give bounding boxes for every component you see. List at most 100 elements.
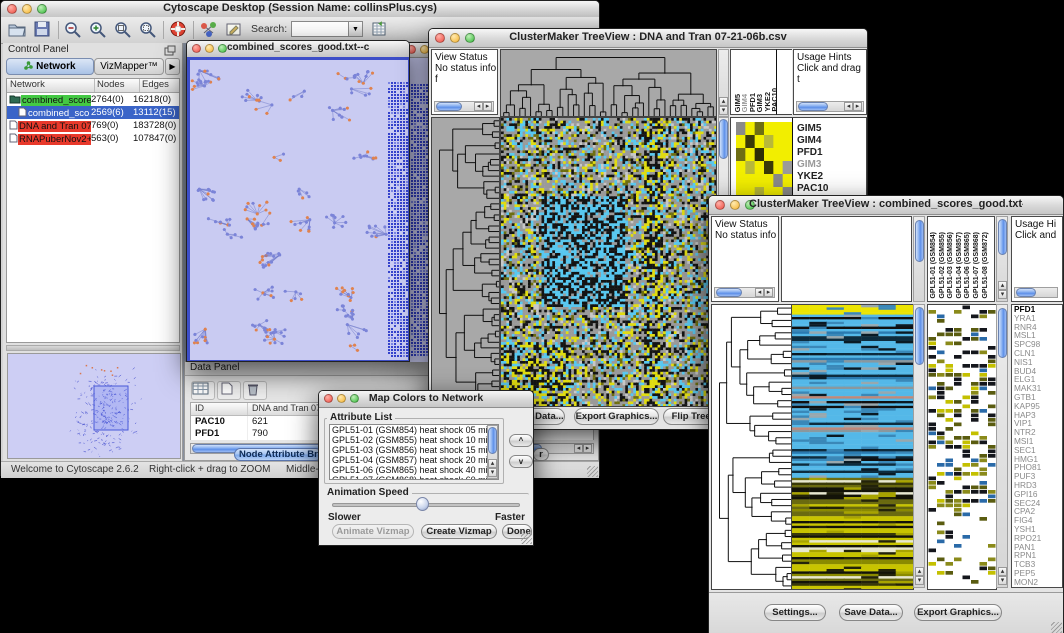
attribute-list-item[interactable]: GPL51-07 (GSM868) heat shock 60 min bbox=[330, 475, 498, 480]
network-row[interactable]: combined_scores2764(0)16218(0) bbox=[7, 93, 179, 106]
close-icon[interactable] bbox=[192, 44, 201, 53]
tv2-export-graphics-button[interactable]: Export Graphics... bbox=[914, 604, 1002, 621]
tv1-status-scrollbar[interactable]: ◂▸ bbox=[434, 101, 494, 112]
tv2-save-data-button[interactable]: Save Data... bbox=[839, 604, 903, 621]
annotation-button[interactable] bbox=[224, 20, 246, 40]
attribute-list-item[interactable]: GPL51-01 (GSM854) heat shock 05 min bbox=[330, 425, 498, 435]
tv1-col-scrollbar[interactable]: ▴▾ bbox=[718, 49, 729, 117]
tv2-status-scrollbar[interactable]: ◂▸ bbox=[714, 287, 775, 298]
tv2-heatmap[interactable] bbox=[791, 304, 914, 590]
network-row[interactable]: combined_sco2569(6)13112(15) bbox=[7, 106, 179, 119]
node-attribute-browser-tab[interactable]: Node Attribute Browser bbox=[234, 448, 322, 461]
tv1-row-label[interactable]: PAC10 bbox=[797, 183, 829, 195]
open-session-button[interactable] bbox=[7, 20, 29, 40]
col-header-id[interactable]: ID bbox=[191, 403, 248, 415]
tab-vizmapper[interactable]: VizMapper™ bbox=[94, 58, 164, 75]
zoom-in-button[interactable] bbox=[88, 20, 110, 40]
move-up-button[interactable]: ^ bbox=[509, 434, 533, 447]
minimize-icon[interactable] bbox=[22, 4, 32, 14]
tv2-row-dendrogram[interactable] bbox=[711, 304, 793, 590]
vizmapper-button[interactable] bbox=[199, 20, 221, 40]
tv2-column-label[interactable]: GPL51-07 (GSM868) bbox=[973, 232, 980, 299]
tv1-row-label[interactable]: YKE2 bbox=[797, 171, 829, 183]
resize-grip[interactable] bbox=[1051, 622, 1062, 633]
tv2-gene-label[interactable]: MON2 bbox=[1012, 578, 1062, 587]
new-attribute-button[interactable] bbox=[217, 381, 241, 400]
minimize-icon[interactable] bbox=[730, 200, 740, 210]
tv2-vscrollbar[interactable]: ▴▾ bbox=[913, 304, 925, 588]
tab-overflow-button[interactable]: ▶ bbox=[165, 58, 180, 75]
tv2-column-label[interactable]: GPL51-06 (GSM865) bbox=[964, 232, 971, 299]
minimize-icon[interactable] bbox=[450, 33, 460, 43]
birdseye-overview-canvas[interactable] bbox=[7, 353, 181, 459]
help-button[interactable] bbox=[168, 20, 190, 40]
tv2-col-scrollbar[interactable] bbox=[913, 216, 925, 302]
tv1-column-dendrogram[interactable] bbox=[500, 49, 717, 117]
tab-network[interactable]: Network bbox=[6, 58, 94, 75]
zoom-out-button[interactable] bbox=[63, 20, 85, 40]
float-panel-icon[interactable] bbox=[164, 45, 176, 56]
resize-grip[interactable] bbox=[587, 466, 598, 477]
tv2-gene-scrollbar[interactable]: ▴▾ bbox=[996, 304, 1008, 588]
tv1-column-label[interactable]: PAC10 bbox=[770, 88, 777, 112]
search-dropdown-button[interactable]: ▼ bbox=[348, 21, 363, 37]
tv1-hints-scrollbar[interactable]: ◂▸ bbox=[796, 101, 864, 112]
edge-attribute-browser-tab-fragment[interactable]: r bbox=[533, 448, 549, 461]
network-row[interactable]: DNA and Tran 07769(0)183728(0) bbox=[7, 119, 179, 132]
create-vizmap-button[interactable]: Create Vizmap bbox=[421, 524, 497, 539]
col-header-nodes[interactable]: Nodes bbox=[95, 79, 140, 92]
network-window-titlebar[interactable]: combined_scores_good.txt--cluste... bbox=[187, 41, 409, 58]
attribute-list-scrollbar[interactable]: ▴▾ bbox=[487, 425, 498, 479]
tv1-zoom-heatmap[interactable] bbox=[736, 122, 792, 200]
dialog-titlebar[interactable]: Map Colors to Network bbox=[319, 391, 533, 408]
tv2-column-label[interactable]: GPL51-03 (GSM856) bbox=[947, 232, 954, 299]
tv2-settings-button[interactable]: Settings... bbox=[764, 604, 826, 621]
panel-splitter[interactable] bbox=[6, 345, 180, 351]
tv2-zoom-heatmap[interactable] bbox=[927, 304, 997, 590]
zoom-selected-button[interactable] bbox=[138, 20, 160, 40]
tv1-row-label[interactable]: GIM4 bbox=[797, 135, 829, 147]
attribute-list-item[interactable]: GPL51-06 (GSM865) heat shock 40 min bbox=[330, 465, 498, 475]
attribute-select-button[interactable] bbox=[191, 381, 215, 400]
tv2-label-scrollbar[interactable]: ▴▾ bbox=[996, 216, 1008, 302]
tv1-row-label[interactable]: GIM3 bbox=[797, 159, 829, 171]
zoom-window-icon[interactable] bbox=[218, 44, 227, 53]
attribute-list-item[interactable]: GPL51-02 (GSM855) heat shock 10 min bbox=[330, 435, 498, 445]
col-header-network[interactable]: Network bbox=[7, 79, 95, 92]
tv2-hints-scrollbar[interactable] bbox=[1014, 287, 1058, 298]
close-icon[interactable] bbox=[435, 33, 445, 43]
tv2-column-dendrogram-area[interactable] bbox=[781, 216, 912, 302]
search-input[interactable] bbox=[291, 21, 349, 37]
animate-vizmap-button[interactable]: Animate Vizmap bbox=[332, 524, 414, 539]
col-header-edges[interactable]: Edges bbox=[140, 79, 179, 92]
main-titlebar[interactable]: Cytoscape Desktop (Session Name: collins… bbox=[1, 1, 599, 18]
attribute-list-item[interactable]: GPL51-03 (GSM856) heat shock 15 min bbox=[330, 445, 498, 455]
tv2-column-label[interactable]: GPL51-01 (GSM854) bbox=[930, 232, 937, 299]
attribute-listbox[interactable]: GPL51-01 (GSM854) heat shock 05 minGPL51… bbox=[329, 424, 499, 480]
close-icon[interactable] bbox=[7, 4, 17, 14]
close-icon[interactable] bbox=[324, 394, 333, 403]
tv1-row-dendrogram[interactable] bbox=[431, 117, 500, 407]
treeview2-titlebar[interactable]: ClusterMaker TreeView : combined_scores_… bbox=[709, 196, 1063, 215]
attribute-list-item[interactable]: GPL51-04 (GSM857) heat shock 20 min bbox=[330, 455, 498, 465]
network-canvas[interactable] bbox=[190, 60, 408, 360]
minimize-icon[interactable] bbox=[205, 44, 214, 53]
zoom-fit-button[interactable] bbox=[113, 20, 135, 40]
treeview1-titlebar[interactable]: ClusterMaker TreeView : DNA and Tran 07-… bbox=[429, 29, 867, 48]
network-row[interactable]: RNAPuberNov2+F563(0)107847(0) bbox=[7, 132, 179, 145]
tv2-column-label[interactable]: GPL51-02 (GSM855) bbox=[939, 232, 946, 299]
minimize-icon[interactable] bbox=[337, 394, 346, 403]
tv1-heatmap[interactable] bbox=[500, 117, 717, 407]
tv1-row-label[interactable]: GIM5 bbox=[797, 123, 829, 135]
tv1-export-graphics-button[interactable]: Export Graphics... bbox=[574, 408, 659, 425]
delete-attribute-button[interactable] bbox=[243, 381, 267, 400]
tv2-column-label[interactable]: GPL51-04 (GSM857) bbox=[956, 232, 963, 299]
save-session-button[interactable] bbox=[32, 20, 54, 40]
tv2-column-label[interactable]: GPL51-08 (GSM872) bbox=[982, 232, 989, 299]
zoom-window-icon[interactable] bbox=[350, 394, 359, 403]
resize-grip[interactable] bbox=[521, 533, 532, 544]
move-down-button[interactable]: v bbox=[509, 455, 533, 468]
tv1-row-label[interactable]: PFD1 bbox=[797, 147, 829, 159]
animation-speed-slider-thumb[interactable] bbox=[416, 497, 429, 511]
close-icon[interactable] bbox=[715, 200, 725, 210]
